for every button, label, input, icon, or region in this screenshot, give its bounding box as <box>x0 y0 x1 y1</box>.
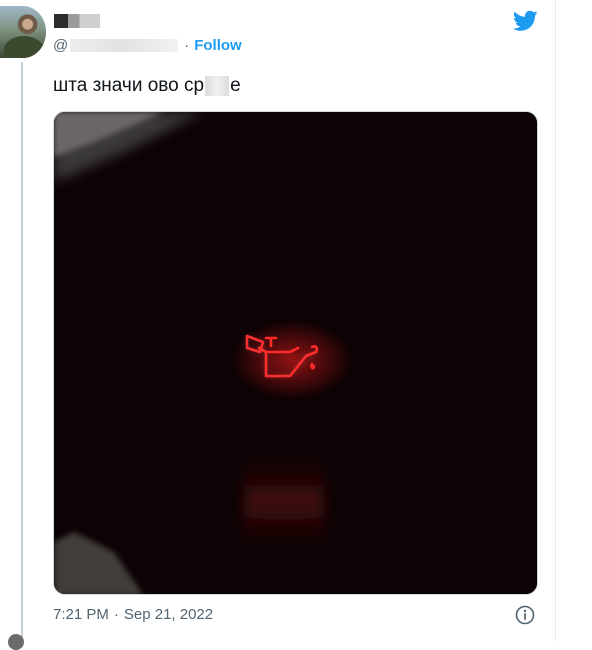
card-border <box>555 0 556 641</box>
timestamp-separator: · <box>113 606 119 623</box>
follow-button[interactable]: Follow <box>194 37 242 54</box>
handle-row: @ · Follow <box>53 36 242 54</box>
glow-reflection <box>244 457 324 547</box>
handle-redacted <box>70 38 179 52</box>
oil-warning-photo <box>54 112 537 594</box>
tweet-timestamp[interactable]: 7:21 PM · Sep 21, 2022 <box>53 606 213 623</box>
tweet-text-end: е <box>230 75 241 96</box>
twitter-bird-icon[interactable] <box>513 10 538 32</box>
tweet-photo[interactable] <box>53 111 538 595</box>
avatar-figure <box>4 36 44 58</box>
next-reply-avatar[interactable] <box>8 634 24 650</box>
display-name-redacted <box>54 14 100 28</box>
warning-glow <box>232 320 352 400</box>
avatar[interactable] <box>0 6 46 58</box>
tweet-date: Sep 21, 2022 <box>123 606 214 623</box>
handle-at: @ <box>53 36 69 54</box>
handle-dot: · <box>184 36 190 54</box>
censored-word <box>205 76 230 96</box>
thread-line <box>21 62 23 641</box>
tweet-text-start: шта значи ово ср <box>53 75 205 96</box>
info-icon[interactable] <box>515 605 535 625</box>
tweet-text: шта значи ово ср е <box>53 74 241 98</box>
tweet-time: 7:21 PM <box>53 606 109 623</box>
